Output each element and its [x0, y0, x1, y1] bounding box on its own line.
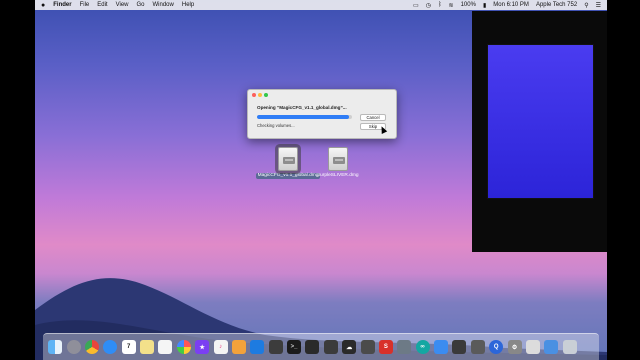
dock: 7 ★ ♪ >_ ☁ S ∞ Q ⚙: [43, 333, 599, 360]
progress-fill: [257, 115, 350, 119]
spotlight-icon[interactable]: ⚲: [584, 2, 588, 9]
terminal-icon[interactable]: >_: [287, 340, 302, 354]
clock[interactable]: Mon 6:10 PM: [493, 2, 529, 8]
printer-icon[interactable]: [525, 340, 540, 354]
ibooks-icon[interactable]: [231, 340, 246, 354]
dialog-status: Checking volumes...: [257, 123, 295, 128]
dialog-titlebar: [248, 90, 396, 99]
minimize-icon[interactable]: [258, 92, 262, 97]
file-menu[interactable]: File: [80, 2, 90, 8]
desktop-icon-label: purpleSLIVER.dmg: [317, 173, 359, 178]
window-icon[interactable]: [470, 340, 485, 354]
desktop: ● Finder File Edit View Go Window Help ▭…: [35, 0, 607, 360]
notification-center-icon[interactable]: ☰: [596, 2, 601, 9]
trash-icon[interactable]: [562, 340, 577, 354]
arduino-icon[interactable]: ∞: [415, 340, 430, 354]
wifi-icon[interactable]: ≋: [449, 2, 454, 9]
imovie-icon[interactable]: ★: [195, 340, 210, 354]
display-icon[interactable]: ▭: [413, 2, 419, 9]
downloads-icon[interactable]: [544, 340, 559, 354]
quicktime-icon[interactable]: Q: [489, 340, 504, 354]
desktop-icon-purplesliver[interactable]: purpleSLIVER.dmg: [316, 147, 360, 179]
calendar-icon[interactable]: 7: [121, 340, 136, 354]
dialog-title: Opening “MagicCFG_v1.1_global.dmg”...: [257, 105, 347, 110]
zoom-icon[interactable]: [264, 92, 268, 97]
edit-menu[interactable]: Edit: [97, 2, 107, 8]
ip-icon[interactable]: [360, 340, 375, 354]
opening-dialog: Opening “MagicCFG_v1.1_global.dmg”... Ch…: [247, 89, 397, 139]
cloud-icon[interactable]: ☁: [342, 340, 357, 354]
app-icon[interactable]: [305, 340, 320, 354]
battery-percent[interactable]: 100%: [461, 2, 476, 8]
bluetooth-icon[interactable]: ᛒ: [438, 2, 442, 8]
text-icon[interactable]: [323, 340, 338, 354]
notes-icon[interactable]: [140, 340, 155, 354]
photos-icon[interactable]: [176, 340, 191, 354]
go-menu[interactable]: Go: [137, 2, 145, 8]
pen-icon[interactable]: [268, 340, 283, 354]
device-screen: [487, 44, 594, 199]
xcode-icon[interactable]: [250, 340, 265, 354]
desktop-icon-magiccfg[interactable]: MagicCFG_v1.1_global.dmg: [255, 147, 321, 179]
help-menu[interactable]: Help: [182, 2, 194, 8]
battery-icon[interactable]: ▮: [483, 2, 486, 9]
s-icon[interactable]: S: [378, 340, 393, 354]
launchpad-icon[interactable]: [66, 340, 81, 354]
controller-icon[interactable]: [452, 340, 467, 354]
system-icon[interactable]: [397, 340, 412, 354]
time-machine-icon[interactable]: ◷: [426, 2, 431, 9]
disk-image-icon: [328, 147, 348, 171]
safari-icon[interactable]: [103, 340, 118, 354]
apple-menu-icon[interactable]: ●: [41, 2, 45, 9]
reminders-icon[interactable]: [158, 340, 173, 354]
cancel-button[interactable]: Cancel: [360, 114, 386, 121]
window-menu[interactable]: Window: [153, 2, 174, 8]
finder-menu[interactable]: Finder: [53, 2, 71, 8]
finder-icon[interactable]: [48, 340, 63, 354]
view-menu[interactable]: View: [116, 2, 129, 8]
disk-image-icon: [278, 147, 298, 171]
itunes-icon[interactable]: ♪: [213, 340, 228, 354]
progress-bar: [257, 115, 352, 119]
chrome-icon[interactable]: [84, 340, 99, 354]
desktop-icon-label: MagicCFG_v1.1_global.dmg: [255, 173, 321, 179]
device-camera-view: [472, 11, 607, 252]
menu-bar: ● Finder File Edit View Go Window Help ▭…: [35, 0, 607, 10]
user-menu[interactable]: Apple Tech 752: [536, 2, 577, 8]
icloud-icon[interactable]: [434, 340, 449, 354]
close-icon[interactable]: [252, 92, 256, 97]
preferences-icon[interactable]: ⚙: [507, 340, 522, 354]
